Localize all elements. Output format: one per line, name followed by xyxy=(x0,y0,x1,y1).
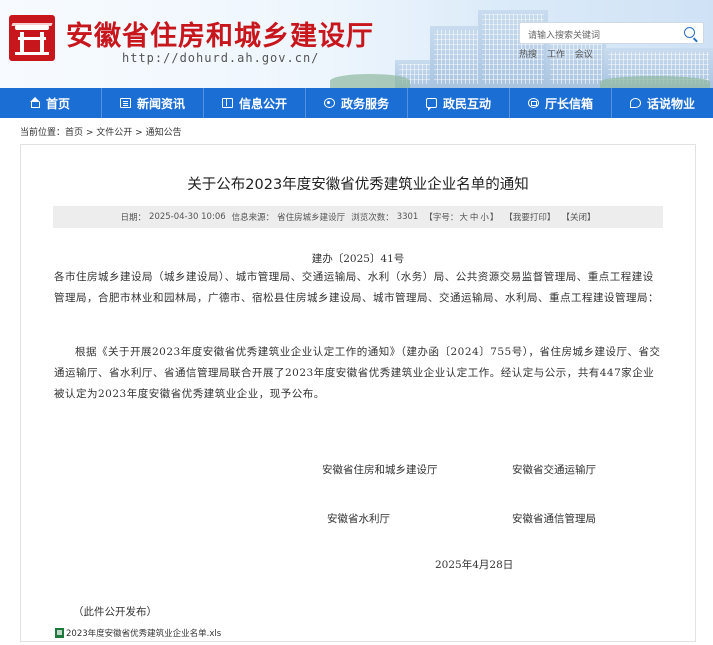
search-icon[interactable] xyxy=(684,27,695,38)
nav-item-label: 信息公开 xyxy=(238,96,287,111)
nav-item-label: 新闻资讯 xyxy=(136,96,185,111)
print-link[interactable]: 【我要打印】 xyxy=(504,211,555,223)
excel-file-icon xyxy=(55,628,64,638)
nav-item-info-disclosure[interactable]: 信息公开 xyxy=(204,88,306,118)
hot-label: 热搜 xyxy=(519,50,538,60)
talk-icon xyxy=(629,98,641,108)
meta-source: 省住房城乡建设厅 xyxy=(277,213,346,223)
nav-item-home[interactable]: 首页 xyxy=(0,88,102,118)
breadcrumb: 当前位置：首页 > 文件公开 > 通知公告 xyxy=(20,125,182,138)
nav-item-label: 政民互动 xyxy=(442,96,491,111)
service-icon xyxy=(323,98,335,108)
hot-word-link[interactable]: 工作 xyxy=(547,50,565,60)
document-number: 建办〔2025〕41号 xyxy=(311,253,405,265)
nav-item-property-talk[interactable]: 话说物业 xyxy=(612,88,713,118)
nav-item-label: 首页 xyxy=(45,96,70,111)
nav-item-label: 话说物业 xyxy=(646,96,695,111)
book-icon xyxy=(221,98,233,108)
home-icon xyxy=(29,97,40,108)
article-panel: 关于公布2023年度安徽省优秀建筑业企业名单的通知 日期： 2025-04-30 … xyxy=(20,144,696,642)
breadcrumb-files-link[interactable]: 文件公开 xyxy=(96,128,132,138)
chat-icon xyxy=(425,98,437,111)
meta-date: 2025-04-30 10:06 xyxy=(149,212,226,222)
body-paragraph: 根据《关于开展2023年度安徽省优秀建筑业企业认定工作的通知》（建办函〔2024… xyxy=(54,346,661,400)
breadcrumb-separator: > xyxy=(132,128,146,138)
news-icon xyxy=(119,98,131,108)
article-meta-bar: 日期： 2025-04-30 10:06 信息来源： 省住房城乡建设厅 浏览次数： 3… xyxy=(53,206,663,228)
signatory-housing-dept: 安徽省住房和城乡建设厅 xyxy=(322,464,438,476)
breadcrumb-prefix: 当前位置： xyxy=(20,128,66,138)
site-logo[interactable] xyxy=(9,15,55,61)
meta-views: 3301 xyxy=(396,212,419,222)
hot-words: 热搜 工作 会议 xyxy=(519,47,600,60)
recipients-paragraph: 各市住房城乡建设局（城乡建设局）、城市管理局、交通运输局、水利（水务）局、公共资… xyxy=(54,271,659,304)
site-title[interactable]: 安徽省住房和城乡建设厅 xyxy=(66,14,374,53)
nav-item-director-mailbox[interactable]: 厅长信箱 xyxy=(510,88,612,118)
header-tree-decoration xyxy=(600,76,710,88)
font-size-end: 】 xyxy=(489,213,499,223)
signatory-water-dept: 安徽省水利厅 xyxy=(327,513,390,525)
search-input[interactable] xyxy=(520,26,670,46)
nav-item-label: 厅长信箱 xyxy=(544,96,593,111)
mail-icon xyxy=(527,98,539,108)
header-building-illustration xyxy=(430,26,485,88)
hot-word-link[interactable]: 会议 xyxy=(575,50,593,60)
signatory-telecom-bureau: 安徽省通信管理局 xyxy=(512,513,596,525)
sign-date: 2025年4月28日 xyxy=(435,559,514,571)
breadcrumb-home-link[interactable]: 首页 xyxy=(65,128,83,138)
nav-item-gov-services[interactable]: 政务服务 xyxy=(306,88,408,118)
site-header: 安徽省住房和城乡建设厅 http://dohurd.ah.gov.cn/ 热搜 … xyxy=(0,0,713,88)
nav-item-news[interactable]: 新闻资讯 xyxy=(102,88,204,118)
meta-date-label: 日期： xyxy=(120,213,147,223)
article-title: 关于公布2023年度安徽省优秀建筑业企业名单的通知 xyxy=(187,177,529,193)
site-url: http://dohurd.ah.gov.cn/ xyxy=(122,51,320,65)
breadcrumb-notices-link[interactable]: 通知公告 xyxy=(146,128,182,138)
font-size-label: 【字号： xyxy=(424,213,459,223)
main-nav: 首页 新闻资讯 信息公开 政务服务 政民互动 厅长信箱 话说物业 xyxy=(0,88,713,118)
font-size-medium-link[interactable]: 中 xyxy=(470,211,479,223)
font-size-small-link[interactable]: 小 xyxy=(480,211,489,223)
search-box xyxy=(519,22,704,46)
publication-note: （此件公开发布） xyxy=(73,606,157,618)
nav-item-label: 政务服务 xyxy=(340,96,389,111)
font-size-large-link[interactable]: 大 xyxy=(459,211,468,223)
header-tree-decoration xyxy=(330,74,410,88)
meta-views-label: 浏览次数： xyxy=(351,213,394,223)
meta-source-label: 信息来源： xyxy=(231,213,275,223)
attachment-filename: 2023年度安徽省优秀建筑业企业名单.xls xyxy=(66,629,222,639)
close-link[interactable]: 【关闭】 xyxy=(561,211,595,223)
breadcrumb-separator: > xyxy=(83,128,97,138)
signatory-transport-dept: 安徽省交通运输厅 xyxy=(512,464,596,476)
nav-item-interaction[interactable]: 政民互动 xyxy=(408,88,510,118)
attachment-link[interactable]: 2023年度安徽省优秀建筑业企业名单.xls xyxy=(55,627,221,639)
